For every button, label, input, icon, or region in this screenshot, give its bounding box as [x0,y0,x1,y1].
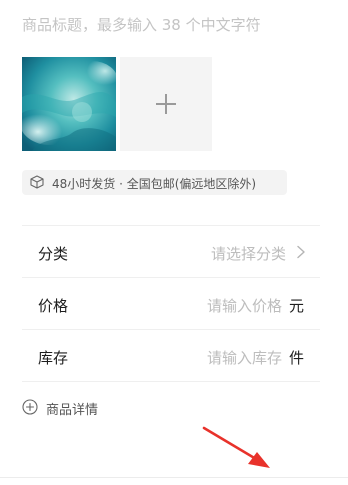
category-row[interactable]: 分类 请选择分类 [22,225,320,278]
category-label: 分类 [38,245,69,263]
stock-unit: 件 [288,349,304,367]
bottom-divider [0,477,348,478]
product-details-label: 商品详情 [46,403,99,418]
circle-plus-icon [22,399,38,415]
product-title-input[interactable]: 商品标题，最多输入 38 个中文字符 [0,0,348,44]
price-unit: 元 [288,297,304,315]
price-input[interactable]: 请输入价格 [207,295,282,316]
stock-label: 库存 [38,349,69,367]
price-label: 价格 [38,297,69,315]
teal-abstract-cloud-image [22,57,116,151]
package-box-icon [30,175,44,189]
price-row: 价格 请输入价格 元 [22,277,320,330]
stock-input[interactable]: 请输入库存 [207,347,282,368]
add-photo-button[interactable] [120,57,212,151]
product-title-placeholder: 商品标题，最多输入 38 个中文字符 [22,16,261,34]
shipping-info-text: 48小时发货 · 全国包邮(偏远地区除外) [52,177,257,191]
chevron-right-icon [297,245,305,259]
product-photo-thumbnail[interactable] [22,57,116,151]
shipping-info-chip: 48小时发货 · 全国包邮(偏远地区除外) [22,170,287,195]
category-placeholder: 请选择分类 [210,245,286,263]
red-arrow-icon [202,426,270,468]
stock-row: 库存 请输入库存 件 [22,329,320,382]
form-divider [22,381,320,382]
add-product-details-button[interactable]: 商品详情 [22,397,122,418]
